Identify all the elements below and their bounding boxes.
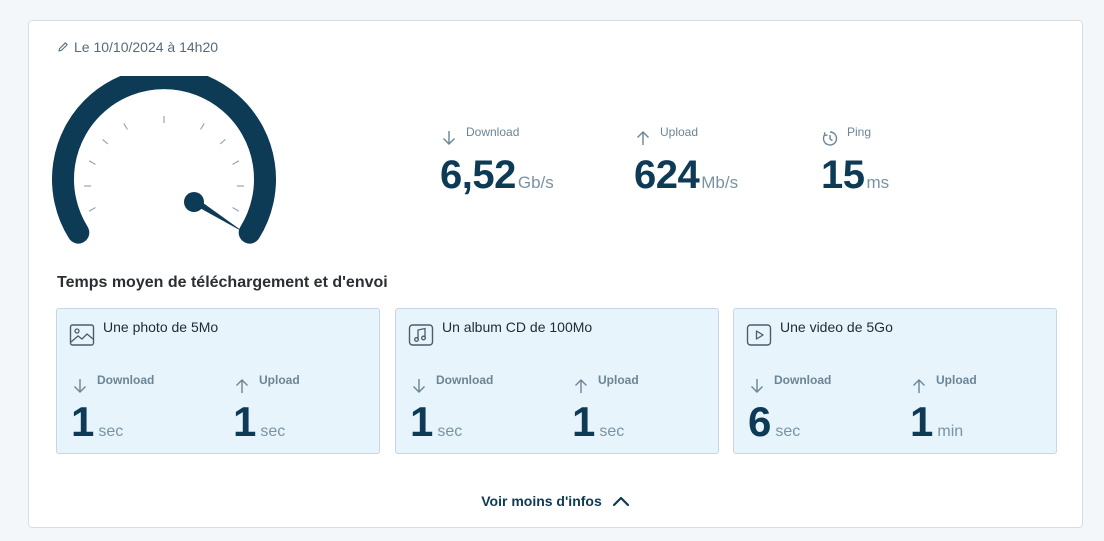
ping-value: 15 (821, 153, 865, 197)
download-result: Download 6,52 Gb/s (440, 125, 554, 197)
tile-title: Une photo de 5Mo (103, 319, 219, 335)
download-label: Download (466, 125, 520, 139)
ping-icon (822, 131, 838, 146)
download-unit: Gb/s (517, 173, 554, 192)
tile-download: Download 1 sec (410, 373, 493, 445)
upload-label: Upload (598, 373, 639, 387)
upload-label: Upload (936, 373, 977, 387)
download-label: Download (436, 373, 494, 387)
upload-result: Upload 624 Mb/s (634, 125, 738, 197)
ping-unit: ms (866, 173, 890, 192)
upload-label: Upload (259, 373, 300, 387)
pencil-icon (58, 42, 68, 52)
download-label: Download (774, 373, 832, 387)
download-value: 6 (748, 398, 772, 445)
tile-download: Download 6 sec (748, 373, 831, 445)
section-title: Temps moyen de téléchargement et d'envoi (57, 274, 388, 291)
download-unit: sec (98, 423, 124, 440)
upload-unit: sec (599, 423, 625, 440)
upload-unit: Mb/s (701, 173, 739, 192)
upload-unit: sec (260, 423, 286, 440)
arrow-down-icon (751, 379, 763, 393)
date-text: Le 10/10/2024 à 14h20 (74, 39, 219, 55)
chevron-up-icon (612, 496, 629, 507)
upload-value: 1 (572, 398, 596, 445)
tile-upload: Upload 1 sec (572, 373, 639, 445)
video-icon (746, 324, 772, 346)
upload-unit: min (937, 423, 964, 440)
toggle-details-button[interactable]: Voir moins d'infos (29, 493, 1082, 509)
tile-upload: Upload 1 min (910, 373, 977, 445)
music-icon (408, 324, 434, 346)
tile-video: Une video de 5Go Download 6 sec Upload 1… (733, 308, 1057, 454)
arrow-down-icon (443, 131, 455, 145)
download-value: 6,52 (440, 153, 516, 197)
upload-value: 1 (910, 398, 934, 445)
upload-label: Upload (660, 125, 699, 139)
download-value: 1 (410, 398, 434, 445)
download-unit: sec (437, 423, 463, 440)
ping-result: Ping 15 ms (821, 125, 889, 197)
arrow-down-icon (413, 379, 425, 393)
arrow-down-icon (74, 379, 86, 393)
upload-value: 1 (233, 398, 257, 445)
arrow-up-icon (913, 379, 925, 393)
image-icon (69, 324, 95, 346)
arrow-up-icon (575, 379, 587, 393)
toggle-details-label: Voir moins d'infos (481, 493, 602, 509)
arrow-up-icon (637, 131, 649, 145)
tile-photo: Une photo de 5Mo Download 1 sec Upload 1… (56, 308, 380, 454)
download-value: 1 (71, 398, 95, 445)
tile-upload: Upload 1 sec (233, 373, 300, 445)
upload-value: 624 (634, 153, 700, 197)
ping-label: Ping (847, 125, 872, 139)
download-unit: sec (775, 423, 801, 440)
test-date: Le 10/10/2024 à 14h20 (57, 39, 218, 55)
tile-title: Un album CD de 100Mo (442, 319, 593, 335)
tile-download: Download 1 sec (71, 373, 154, 445)
tile-album: Un album CD de 100Mo Download 1 sec Uplo… (395, 308, 719, 454)
speedtest-result-card: Le 10/10/2024 à 14h20 Download 6,52 Gb/s… (28, 20, 1083, 528)
speedometer-icon (52, 76, 276, 244)
download-label: Download (97, 373, 155, 387)
arrow-up-icon (236, 379, 248, 393)
tile-title: Une video de 5Go (780, 319, 893, 335)
